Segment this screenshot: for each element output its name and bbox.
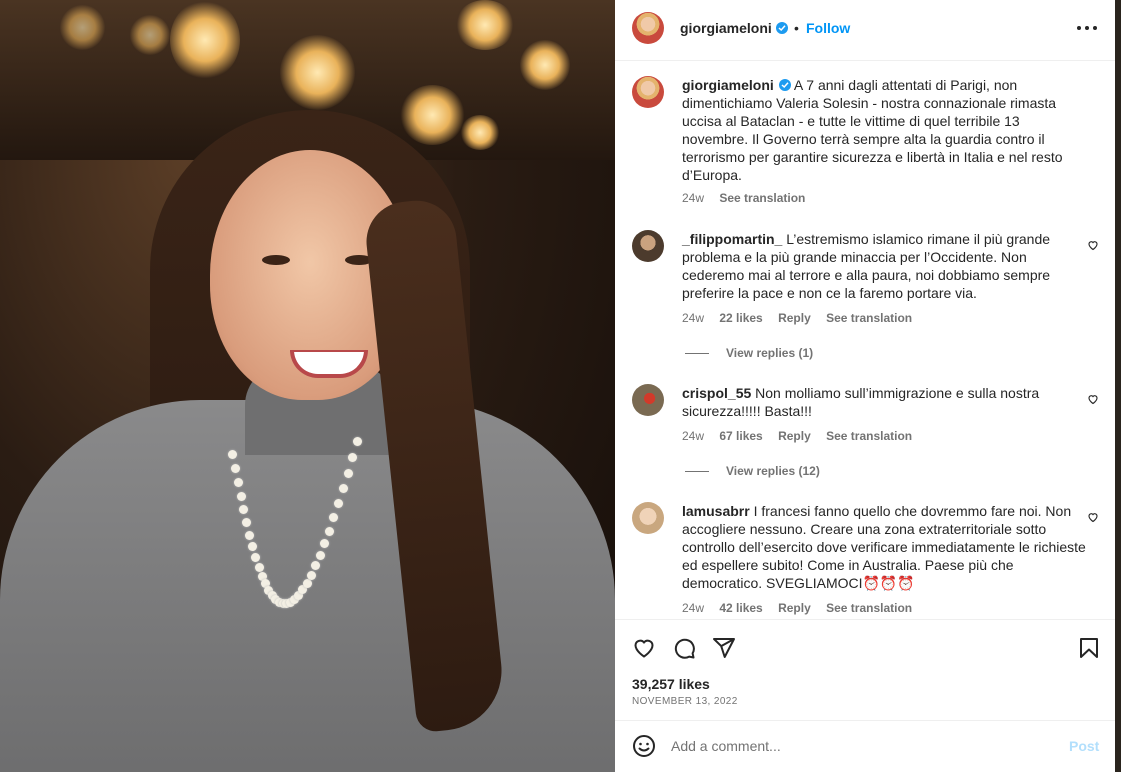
comment-username[interactable]: lamusabrr	[682, 503, 750, 519]
reply-button[interactable]: Reply	[778, 601, 811, 615]
ceiling-light	[400, 85, 465, 145]
comment-username[interactable]: _filippomartin_	[682, 231, 782, 247]
pearl	[338, 484, 348, 494]
follow-button[interactable]: Follow	[806, 20, 850, 36]
separator-dot: •	[794, 20, 799, 36]
view-replies-button[interactable]: View replies (12)	[726, 464, 820, 478]
comment-like-heart-icon[interactable]	[1087, 511, 1099, 523]
post-actions: 39,257 likes NOVEMBER 13, 2022	[615, 619, 1115, 721]
post-header: giorgiameloni • Follow	[615, 0, 1115, 61]
pearl	[230, 464, 240, 474]
comment-timestamp[interactable]: 24w	[682, 311, 704, 325]
ceiling-light	[460, 115, 500, 150]
pearl	[236, 491, 246, 501]
ceiling-light	[520, 40, 570, 90]
reply-button[interactable]: Reply	[778, 311, 811, 325]
send-icon[interactable]	[712, 636, 736, 660]
comment-meta: 24w 22 likes Reply See translation	[682, 311, 924, 325]
see-translation-link[interactable]: See translation	[826, 311, 912, 325]
post-caption: giorgiameloni A 7 anni dagli attentati d…	[682, 76, 1087, 184]
verified-badge-icon	[778, 79, 791, 91]
eye	[262, 255, 290, 265]
comment: crispol_55 Non molliamo sull’immigrazion…	[682, 384, 1087, 420]
comments-list[interactable]: giorgiameloni A 7 anni dagli attentati d…	[615, 61, 1115, 618]
pearl	[315, 550, 325, 560]
bookmark-icon[interactable]	[1077, 636, 1101, 660]
comment-likes[interactable]: 67 likes	[719, 429, 762, 443]
more-options-icon[interactable]	[1077, 18, 1097, 38]
see-translation-link[interactable]: See translation	[826, 429, 912, 443]
ceiling-light	[170, 0, 240, 80]
commenter-avatar[interactable]	[632, 384, 664, 416]
comment-composer: Post	[615, 720, 1115, 772]
pearl	[324, 526, 334, 536]
pearl	[353, 436, 362, 446]
comment-input[interactable]	[671, 736, 1041, 756]
caption-username[interactable]: giorgiameloni	[682, 77, 774, 93]
caption-meta: 24w See translation	[682, 191, 817, 205]
comment-timestamp[interactable]: 24w	[682, 601, 704, 615]
comment-like-heart-icon[interactable]	[1087, 239, 1099, 251]
post-comment-button[interactable]: Post	[1069, 738, 1099, 754]
comment: lamusabrr I francesi fanno quello che do…	[682, 502, 1087, 592]
ceiling-light	[130, 15, 170, 55]
commenter-avatar[interactable]	[632, 502, 664, 534]
comment-meta: 24w 67 likes Reply See translation	[682, 429, 924, 443]
replies-line	[685, 471, 709, 472]
comment: _filippomartin_ L’estremismo islamico ri…	[682, 230, 1087, 302]
comment-like-heart-icon[interactable]	[1087, 393, 1099, 405]
replies-line	[685, 353, 709, 354]
author-avatar[interactable]	[632, 12, 664, 44]
comment-username[interactable]: crispol_55	[682, 385, 751, 401]
heart-icon[interactable]	[632, 636, 656, 660]
pearl	[306, 570, 316, 580]
ceiling-light	[455, 0, 515, 50]
view-replies-button[interactable]: View replies (1)	[726, 346, 813, 360]
comment-meta: 24w 42 likes Reply See translation	[682, 601, 924, 615]
pearl	[302, 578, 312, 588]
pearl	[245, 530, 255, 540]
see-translation-link[interactable]: See translation	[719, 191, 805, 205]
author-username[interactable]: giorgiameloni	[680, 20, 772, 36]
post-panel: giorgiameloni • Follow giorgiameloni A 7…	[615, 0, 1115, 772]
pearl	[228, 450, 237, 459]
pearl	[233, 478, 243, 488]
comment-likes[interactable]: 42 likes	[719, 601, 762, 615]
verified-badge-icon	[776, 22, 788, 34]
ceiling-light	[60, 5, 105, 50]
commenter-avatar[interactable]	[632, 230, 664, 262]
reply-button[interactable]: Reply	[778, 429, 811, 443]
post-date[interactable]: NOVEMBER 13, 2022	[632, 696, 738, 707]
background-edge	[1115, 0, 1121, 772]
pearl	[254, 562, 264, 572]
emoji-icon[interactable]	[632, 734, 656, 758]
author-avatar[interactable]	[632, 76, 664, 108]
like-count[interactable]: 39,257 likes	[632, 676, 710, 692]
comment-likes[interactable]: 22 likes	[719, 311, 762, 325]
comment-timestamp[interactable]: 24w	[682, 429, 704, 443]
comment-icon[interactable]	[672, 636, 696, 660]
pearl	[343, 468, 353, 478]
post-image[interactable]	[0, 0, 615, 772]
ceiling-light	[280, 35, 355, 110]
see-translation-link[interactable]: See translation	[826, 601, 912, 615]
caption-timestamp[interactable]: 24w	[682, 191, 704, 205]
